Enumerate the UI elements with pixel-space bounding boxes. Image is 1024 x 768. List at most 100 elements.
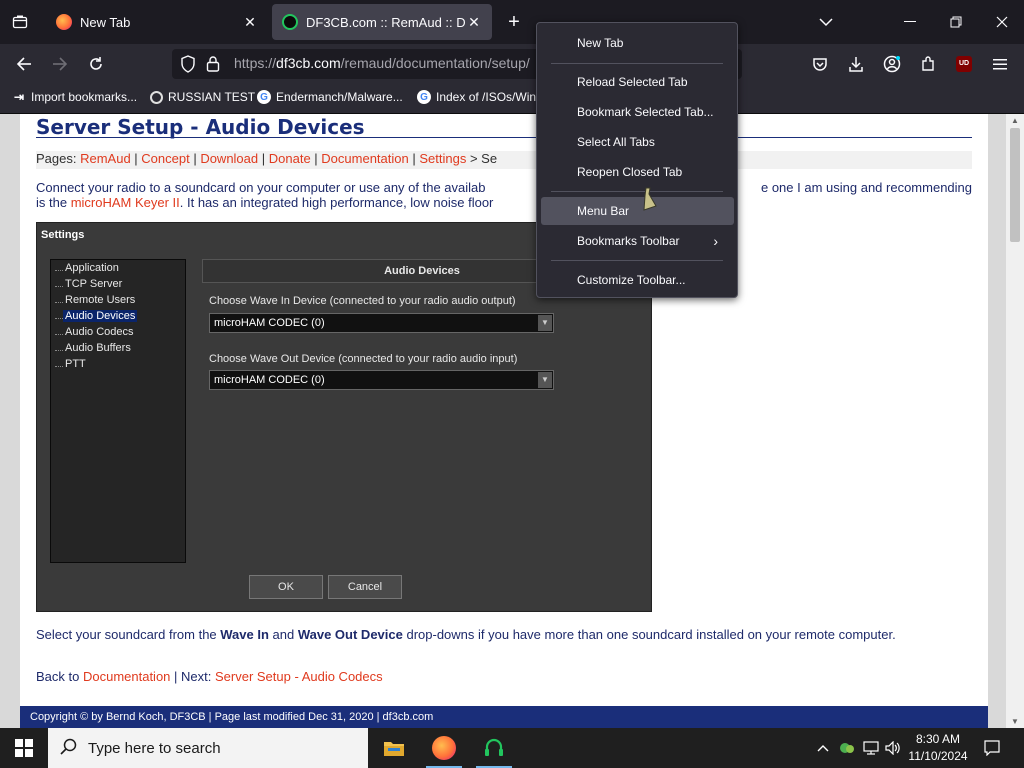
hamburger-menu-icon[interactable] [986, 50, 1014, 78]
account-icon[interactable] [878, 50, 906, 78]
link-microham-keyer[interactable]: microHAM Keyer II [71, 195, 180, 210]
bookmark-import[interactable]: ⇥ Import bookmarks... [12, 90, 137, 104]
volume-icon[interactable] [882, 728, 904, 768]
headset-icon [282, 14, 298, 30]
clock-date: 11/10/2024 [908, 749, 968, 763]
back-arrow-icon[interactable] [10, 50, 38, 78]
intro-text-end: e one I am using and recommending [760, 180, 972, 195]
tree-item-tcp-server: TCP Server [65, 278, 123, 290]
bookmark-endermanch[interactable]: G Endermanch/Malware... [257, 90, 403, 104]
network-icon[interactable] [860, 728, 882, 768]
scrollbar-thumb[interactable] [1010, 128, 1020, 242]
para-bold: Wave In [220, 627, 269, 642]
chevron-right-icon: › [713, 233, 718, 249]
scroll-down-icon[interactable]: ▼ [1009, 717, 1021, 726]
windows-start-icon[interactable] [0, 728, 48, 768]
page-footer: Copyright © by Bernd Koch, DF3CB | Page … [20, 706, 988, 728]
menu-item-label: Bookmarks Toolbar [577, 234, 680, 248]
scroll-up-icon[interactable]: ▲ [1009, 116, 1021, 125]
tree-connector [55, 366, 63, 367]
ublock-origin-icon[interactable]: UD [950, 50, 978, 78]
bookmark-label: Endermanch/Malware... [276, 90, 403, 104]
menu-item-bookmark-selected-tab[interactable]: Bookmark Selected Tab... [541, 98, 734, 126]
new-tab-plus-icon[interactable]: + [500, 8, 528, 36]
tree-connector [55, 270, 63, 271]
bookmark-index-isos[interactable]: G Index of /ISOs/Win [417, 90, 536, 104]
downloads-icon[interactable] [842, 50, 870, 78]
remaud-taskbar-icon[interactable] [470, 728, 518, 768]
intro-paragraph-line1: Connect your radio to a soundcard on you… [36, 180, 972, 195]
link-next-audio-codecs[interactable]: Server Setup - Audio Codecs [215, 669, 383, 684]
restore-icon[interactable] [942, 8, 970, 36]
tree-connector [55, 302, 63, 303]
bookmarks-toolbar: ⇥ Import bookmarks... RUSSIAN TEST G End… [0, 84, 1024, 114]
navigation-toolbar: https://df3cb.com/remaud/documentation/s… [0, 44, 1024, 84]
list-all-tabs-icon[interactable] [6, 8, 34, 36]
tree-item-ptt: PTT [65, 358, 86, 370]
page-viewport: Server Setup - Audio Devices Pages: RemA… [0, 114, 1006, 728]
clock-time: 8:30 AM [915, 732, 961, 746]
menu-item-reload-selected-tab[interactable]: Reload Selected Tab [541, 68, 734, 96]
close-tab-icon[interactable]: ✕ [466, 14, 482, 31]
para-text: Select your soundcard from the [36, 627, 221, 642]
menu-item-customize-toolbar[interactable]: Customize Toolbar... [541, 266, 734, 294]
bookmark-russian-test[interactable]: RUSSIAN TEST [150, 90, 255, 104]
para-text: | Next: [170, 669, 215, 684]
wave-out-label: Choose Wave Out Device (connected to you… [209, 353, 518, 365]
firefox-taskbar-icon[interactable] [420, 728, 468, 768]
para-text: and [268, 627, 298, 642]
tab-title: New Tab [80, 14, 131, 30]
link-donate[interactable]: Donate [269, 151, 311, 166]
notifications-icon[interactable] [980, 728, 1004, 768]
tree-item-audio-buffers: Audio Buffers [65, 342, 131, 354]
lock-icon[interactable] [206, 55, 220, 77]
menu-item-reopen-closed-tab[interactable]: Reopen Closed Tab [541, 158, 734, 186]
tray-app-icon[interactable] [836, 728, 858, 768]
ok-button: OK [249, 575, 323, 599]
firefox-icon [432, 736, 456, 760]
link-settings[interactable]: Settings [419, 151, 466, 166]
file-explorer-icon[interactable] [370, 728, 418, 768]
url-path: /remaud/documentation/setup/ [340, 55, 530, 71]
breadcrumb-prefix: Pages: [36, 151, 81, 166]
menu-item-bookmarks-toolbar[interactable]: Bookmarks Toolbar › [541, 227, 734, 255]
tab-df3cb[interactable]: DF3CB.com :: RemAud :: Documentation ✕ [272, 4, 492, 40]
tab-new-tab[interactable]: New Tab ✕ [46, 4, 268, 40]
link-download[interactable]: Download [200, 151, 258, 166]
cancel-button: Cancel [328, 575, 402, 599]
separator: | [189, 151, 201, 166]
menu-item-menu-bar[interactable]: Menu Bar [541, 197, 734, 225]
intro-text: Connect your radio to a soundcard on you… [36, 180, 486, 195]
system-clock[interactable]: 8:30 AM 11/10/2024 [906, 731, 970, 765]
forward-arrow-icon[interactable] [46, 50, 74, 78]
tree-item-application: Application [65, 262, 119, 274]
separator: | [408, 151, 420, 166]
link-concept[interactable]: Concept [141, 151, 189, 166]
close-tab-icon[interactable]: ✕ [242, 14, 258, 31]
chevron-down-icon[interactable] [812, 8, 840, 36]
import-icon: ⇥ [13, 90, 25, 104]
taskbar-search-box[interactable]: Type here to search [48, 728, 368, 768]
site-icon [150, 90, 163, 104]
breadcrumb-tail: > Se [466, 151, 498, 166]
back-next-nav: Back to Documentation | Next: Server Set… [36, 669, 972, 684]
tab-bar-context-menu: New Tab Reload Selected Tab Bookmark Sel… [536, 22, 738, 298]
link-documentation[interactable]: Documentation [321, 151, 408, 166]
google-icon: G [417, 90, 431, 104]
link-back-documentation[interactable]: Documentation [83, 669, 170, 684]
settings-tree: Application TCP Server Remote Users Audi… [50, 259, 186, 563]
menu-item-select-all-tabs[interactable]: Select All Tabs [541, 128, 734, 156]
reload-icon[interactable] [82, 50, 110, 78]
minimize-icon[interactable] [896, 8, 924, 36]
shield-icon[interactable] [180, 55, 196, 78]
extensions-puzzle-icon[interactable] [914, 50, 942, 78]
pocket-icon[interactable] [806, 50, 834, 78]
windows-taskbar: Type here to search 8:30 AM 11/10/2024 [0, 728, 1024, 768]
menu-item-new-tab[interactable]: New Tab [541, 29, 734, 57]
url-text[interactable]: https://df3cb.com/remaud/documentation/s… [234, 55, 530, 71]
link-remaud[interactable]: RemAud [80, 151, 131, 166]
close-window-icon[interactable] [988, 8, 1016, 36]
tree-connector [55, 334, 63, 335]
show-hidden-icons-chevron-icon[interactable] [814, 728, 832, 768]
vertical-scrollbar[interactable]: ▲ ▼ [1006, 114, 1024, 728]
